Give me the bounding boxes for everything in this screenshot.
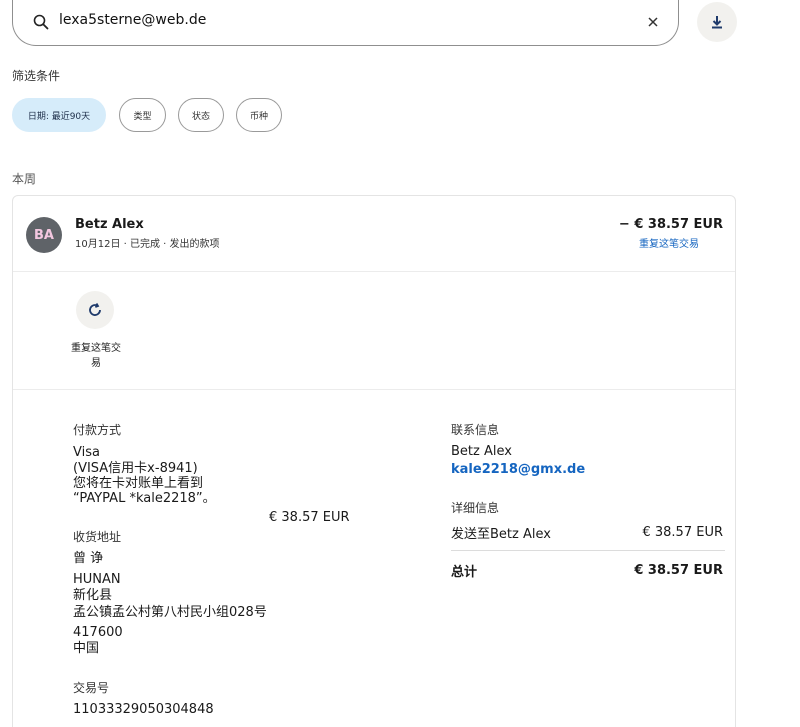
section-label: 本周 <box>12 172 37 186</box>
shipping-street: 孟公镇孟公村第八村民小组028号 <box>73 605 267 620</box>
shipping-county: 新化县 <box>73 588 113 603</box>
search-bar[interactable]: lexa5sterne@web.de <box>12 0 679 46</box>
filter-chip-status[interactable]: 状态 <box>178 98 224 132</box>
details-title: 详细信息 <box>451 501 500 515</box>
filter-chip-date[interactable]: 日期: 最近90天 <box>12 98 106 132</box>
sent-to-label: 发送至Betz Alex <box>451 527 551 542</box>
repeat-button-label: 重复这笔交易 <box>71 343 121 369</box>
shipping-title: 收货地址 <box>73 530 122 544</box>
total-amount: € 38.57 EUR <box>634 563 723 578</box>
filter-chip-currency[interactable]: 币种 <box>236 98 282 132</box>
total-label: 总计 <box>451 565 478 580</box>
payment-method-descriptor: “PAYPAL *kale2218”。 <box>73 491 216 506</box>
transaction-meta: 10月12日 · 已完成 · 发出的款项 <box>75 239 220 250</box>
repeat-transaction-link[interactable]: 重复这笔交易 <box>639 235 699 250</box>
search-icon <box>33 14 49 30</box>
transaction-name[interactable]: Betz Alex <box>75 217 144 232</box>
avatar: BA <box>26 217 62 253</box>
download-icon <box>712 16 722 29</box>
contact-title: 联系信息 <box>451 423 500 437</box>
filter-chip-type[interactable]: 类型 <box>119 98 166 132</box>
search-input[interactable]: lexa5sterne@web.de <box>59 12 206 28</box>
divider <box>451 550 725 551</box>
transaction-amount: − € 38.57 EUR <box>618 217 723 232</box>
shipping-country: 中国 <box>73 641 100 656</box>
transaction-id-value: 11033329050304848 <box>73 702 214 717</box>
payment-method-title: 付款方式 <box>73 423 122 437</box>
payment-method-amount: € 38.57 EUR <box>269 510 350 525</box>
contact-name: Betz Alex <box>451 444 512 459</box>
shipping-province: HUNAN <box>73 572 121 587</box>
payment-method-card: Visa <box>73 445 100 460</box>
payment-method-detail: (VISA信用卡x-8941) <box>73 461 198 476</box>
transaction-id-title: 交易号 <box>73 681 110 695</box>
divider <box>13 389 735 390</box>
repeat-button[interactable] <box>76 291 114 329</box>
shipping-postal: 417600 <box>73 625 123 640</box>
divider <box>13 271 735 272</box>
payment-method-note: 您将在卡对账单上看到 <box>73 476 204 491</box>
refresh-icon <box>89 303 101 316</box>
transaction-card: BA Betz Alex 10月12日 · 已完成 · 发出的款项 − € 38… <box>12 195 736 727</box>
filter-title: 筛选条件 <box>12 69 61 83</box>
close-icon[interactable] <box>646 15 660 29</box>
download-button[interactable] <box>697 2 737 42</box>
sent-to-amount: € 38.57 EUR <box>642 525 723 540</box>
contact-email-link[interactable]: kale2218@gmx.de <box>451 462 585 478</box>
shipping-name: 曾 诤 <box>73 551 104 566</box>
